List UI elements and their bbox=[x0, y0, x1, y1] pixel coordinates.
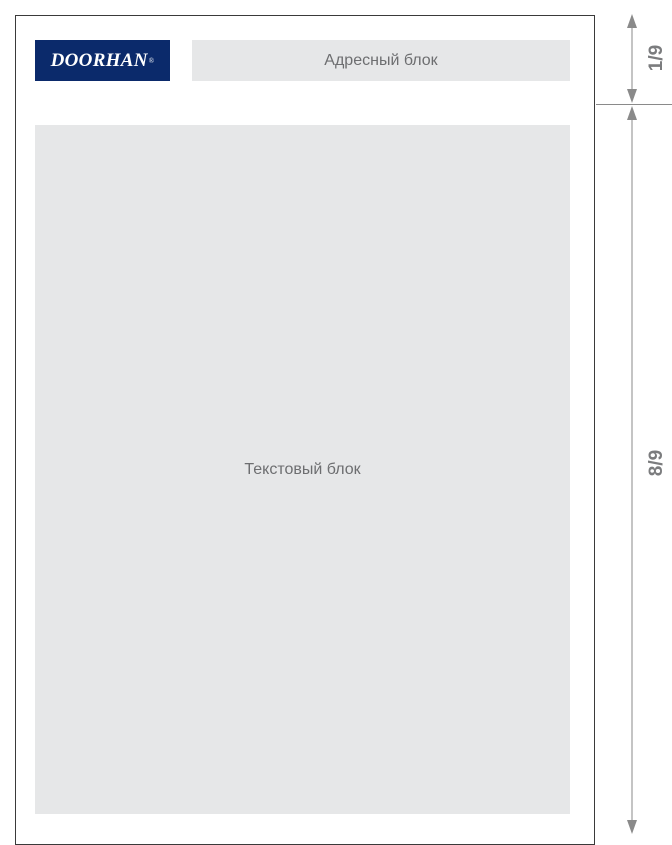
registered-mark: ® bbox=[148, 56, 155, 65]
top-dimension-arrow-up bbox=[627, 14, 637, 28]
top-dimension-label: 1/9 bbox=[646, 44, 667, 72]
dimension-lines bbox=[627, 14, 637, 834]
bottom-dimension-arrow-up bbox=[627, 106, 637, 120]
bottom-dimension-arrow-down bbox=[627, 820, 637, 834]
top-dimension-arrow-down bbox=[627, 89, 637, 103]
text-block-label: Текстовый блок bbox=[244, 460, 361, 478]
text-block: Текстовый блок bbox=[35, 125, 570, 814]
bottom-dimension-label: 8/9 bbox=[646, 449, 667, 477]
address-block: Адресный блок bbox=[192, 40, 570, 81]
logo-text: DOORHAN bbox=[50, 49, 148, 71]
address-block-label: Адресный блок bbox=[324, 51, 438, 69]
doorhan-logo: DOORHAN ® bbox=[35, 40, 170, 81]
